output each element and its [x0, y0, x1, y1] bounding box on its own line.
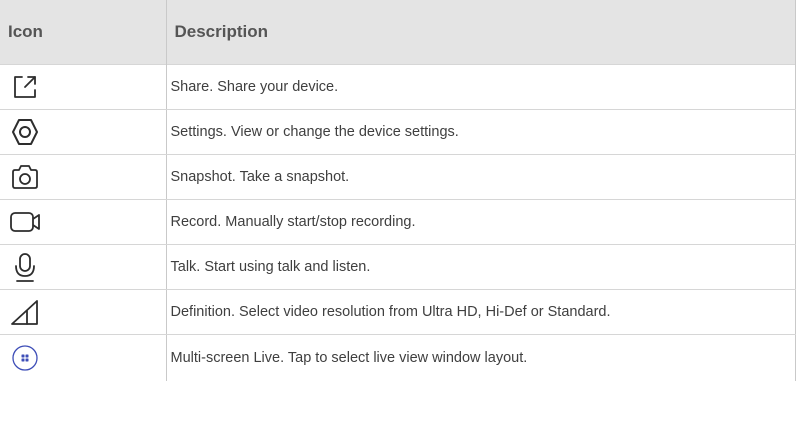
icon-cell — [0, 199, 167, 245]
icon-cell — [0, 154, 167, 200]
table-row: Talk. Start using talk and listen. — [0, 244, 796, 290]
table-row: Share. Share your device. — [0, 64, 796, 110]
icon-description-table: Icon Description Share. Share your devic… — [0, 0, 796, 381]
table-row: Settings. View or change the device sett… — [0, 109, 796, 155]
table-row: Snapshot. Take a snapshot. — [0, 154, 796, 200]
settings-icon — [8, 115, 42, 149]
icon-cell — [0, 289, 167, 335]
table-row: Record. Manually start/stop recording. — [0, 199, 796, 245]
description-cell: Share. Share your device. — [165, 64, 796, 110]
snapshot-icon — [8, 160, 42, 194]
table-row: Multi-screen Live. Tap to select live vi… — [0, 334, 796, 381]
icon-cell — [0, 244, 167, 290]
microphone-icon — [8, 250, 42, 284]
record-icon — [8, 205, 42, 239]
description-cell: Settings. View or change the device sett… — [165, 109, 796, 155]
icon-column-header: Icon — [0, 0, 167, 65]
share-icon — [8, 70, 42, 104]
icon-cell — [0, 109, 167, 155]
description-cell: Snapshot. Take a snapshot. — [165, 154, 796, 200]
multi-screen-live-icon — [8, 341, 42, 375]
description-cell: Record. Manually start/stop recording. — [165, 199, 796, 245]
table-row: Definition. Select video resolution from… — [0, 289, 796, 335]
description-cell: Talk. Start using talk and listen. — [165, 244, 796, 290]
description-cell: Multi-screen Live. Tap to select live vi… — [165, 334, 796, 381]
table-header-row: Icon Description — [0, 0, 796, 65]
icon-cell — [0, 64, 167, 110]
description-cell: Definition. Select video resolution from… — [165, 289, 796, 335]
description-column-header: Description — [165, 0, 796, 65]
icon-cell — [0, 334, 167, 381]
definition-icon — [8, 295, 42, 329]
